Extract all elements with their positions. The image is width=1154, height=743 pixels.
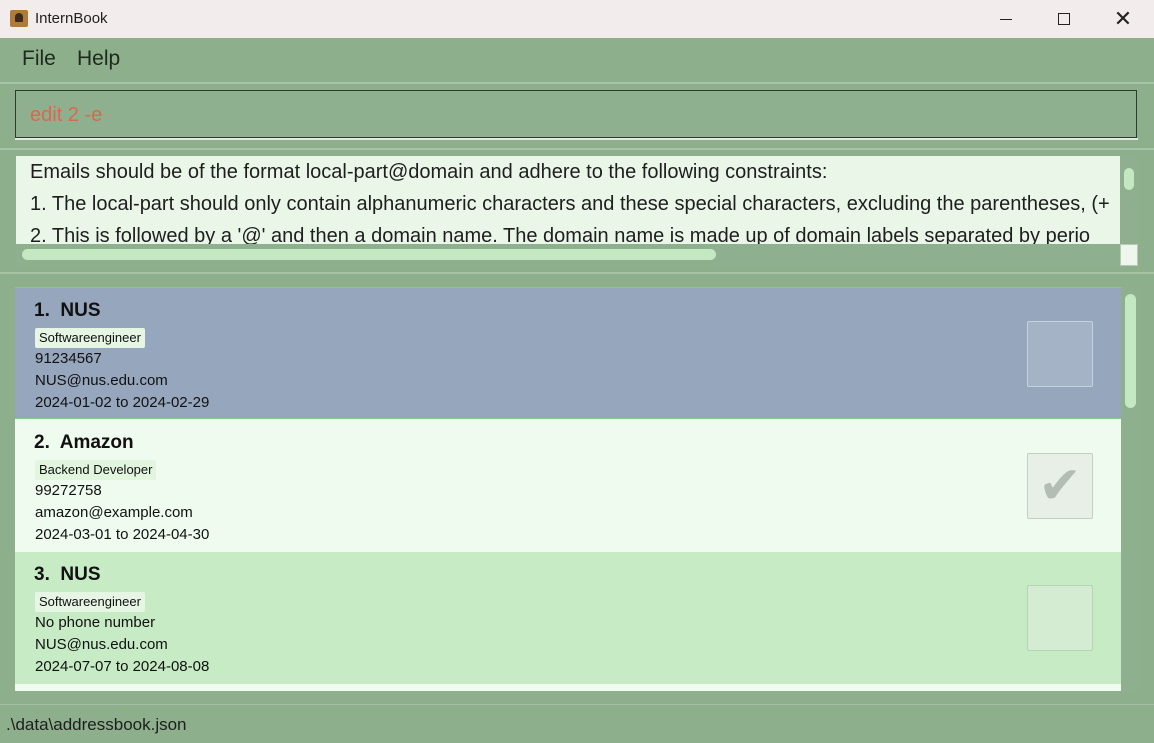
- card-company: Amazon: [59, 432, 134, 453]
- card-email: NUS@nus.edu.com: [35, 372, 168, 389]
- list-vertical-scroll-thumb[interactable]: [1125, 294, 1136, 408]
- data-file-path: .\data\addressbook.json: [6, 715, 187, 734]
- minimize-button[interactable]: [977, 0, 1035, 38]
- result-vertical-scroll-thumb[interactable]: [1124, 168, 1134, 190]
- app-icon: [10, 10, 28, 27]
- close-icon: ✕: [1113, 6, 1133, 31]
- menu-file[interactable]: File: [22, 47, 56, 71]
- role-tag: Softwareengineer: [35, 592, 145, 612]
- menu-help[interactable]: Help: [77, 47, 120, 71]
- internship-list: 1. NUS Softwareengineer 91234567 NUS@nus…: [15, 287, 1121, 691]
- result-line: Emails should be of the format local-par…: [30, 161, 828, 183]
- result-divider: [0, 272, 1154, 274]
- checkmark-icon: ✔: [1038, 456, 1082, 516]
- card-phone: 99272758: [35, 482, 102, 499]
- internship-card[interactable]: 3. NUS Softwareengineer No phone number …: [15, 552, 1121, 684]
- card-title: 3. NUS: [34, 564, 101, 586]
- internship-card[interactable]: 2. Amazon Backend Developer 99272758 ama…: [15, 420, 1121, 552]
- maximize-icon: [1058, 13, 1070, 25]
- card-company: NUS: [60, 564, 101, 585]
- menu-divider: [0, 82, 1154, 84]
- title-bar: InternBook ✕: [0, 0, 1154, 39]
- card-period: 2024-03-01 to 2024-04-30: [35, 526, 210, 543]
- role-tag: Backend Developer: [35, 460, 157, 480]
- internship-card[interactable]: 1. NUS Softwareengineer 91234567 NUS@nus…: [15, 287, 1121, 419]
- card-company: NUS: [60, 300, 101, 321]
- card-phone: 91234567: [35, 350, 102, 367]
- status-bar: .\data\addressbook.json: [0, 704, 1154, 743]
- role-tag: Softwareengineer: [35, 328, 145, 348]
- card-index: 2.: [34, 432, 50, 453]
- result-display: Emails should be of the format local-par…: [16, 156, 1138, 266]
- card-email: NUS@nus.edu.com: [35, 636, 168, 653]
- menu-bar: File Help: [0, 38, 1154, 82]
- checkmark-icon: [1031, 325, 1089, 383]
- result-text: Emails should be of the format local-par…: [30, 156, 1120, 252]
- list-item-partial: [15, 684, 1121, 691]
- command-text: edit 2 -e: [30, 104, 103, 126]
- command-underline: [15, 138, 1138, 140]
- maximize-button[interactable]: [1035, 0, 1093, 38]
- card-index: 3.: [34, 564, 50, 585]
- card-title: 1. NUS: [34, 300, 101, 322]
- card-email: amazon@example.com: [35, 504, 193, 521]
- command-input[interactable]: edit 2 -e: [15, 90, 1137, 138]
- card-index: 1.: [34, 300, 50, 321]
- card-period: 2024-07-07 to 2024-08-08: [35, 658, 210, 675]
- close-button[interactable]: ✕: [1094, 0, 1152, 38]
- command-divider: [0, 148, 1154, 150]
- scrollbar-corner: [1120, 244, 1138, 266]
- checkmark-icon: [1031, 589, 1089, 647]
- result-horizontal-scroll-thumb[interactable]: [22, 249, 716, 260]
- window-title: InternBook: [35, 10, 108, 27]
- minimize-icon: [1000, 18, 1012, 20]
- card-phone: No phone number: [35, 614, 156, 631]
- card-title: 2. Amazon: [34, 432, 134, 454]
- card-period: 2024-01-02 to 2024-02-29: [35, 394, 210, 411]
- result-line: 1. The local-part should only contain al…: [30, 193, 1110, 215]
